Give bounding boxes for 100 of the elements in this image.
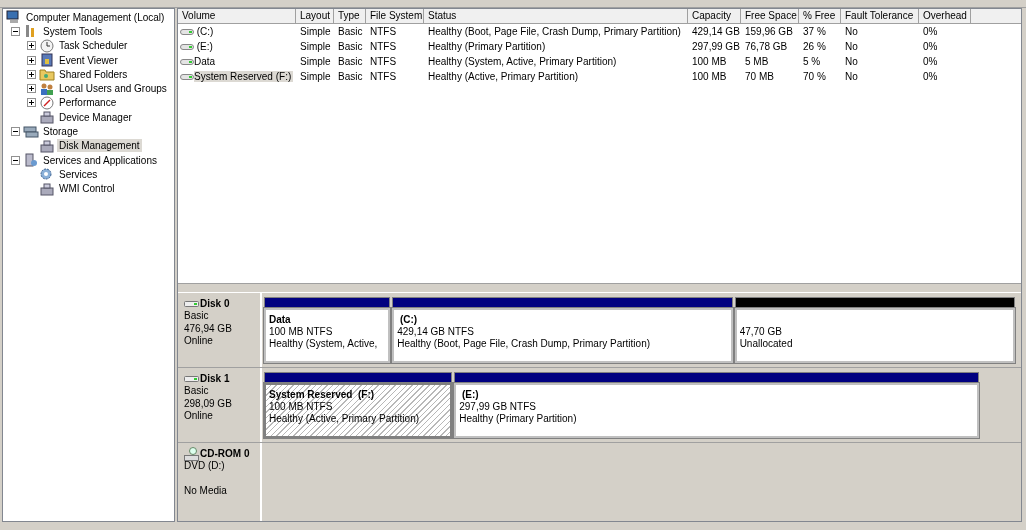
table-cell: 5 MB (745, 56, 769, 67)
partition-name: System Reserved (F:) (269, 388, 376, 401)
table-cell: Healthy (Boot, Page File, Crash Dump, Primary Partition) (428, 26, 681, 37)
column-header[interactable]: % Free (799, 9, 841, 24)
table-cell: 297,99 GB (692, 41, 740, 52)
partition-status: Healthy (Active, Primary Partition) (269, 413, 421, 425)
table-cell: 76,78 GB (745, 41, 788, 52)
cd-drive-icon (184, 446, 199, 461)
computer-icon (6, 10, 22, 25)
storage-icon (23, 124, 39, 139)
table-cell: NTFS (370, 26, 397, 37)
column-header[interactable]: Status (424, 9, 688, 24)
tree-item[interactable]: WMI Control (57, 182, 117, 196)
table-cell: 37 % (803, 26, 826, 37)
table-cell: NTFS (370, 71, 397, 82)
expand-icon[interactable] (27, 55, 36, 65)
gauge-icon (39, 95, 55, 110)
table-cell[interactable]: (C:) (194, 26, 216, 37)
disk-type: Basic (184, 385, 210, 398)
table-cell: No (845, 56, 858, 67)
tree-item[interactable]: Device Manager (57, 110, 134, 124)
table-cell: 100 MB (692, 71, 727, 82)
column-header[interactable]: Volume (178, 9, 296, 24)
table-cell: Basic (338, 56, 363, 67)
column-header[interactable]: Layout (296, 9, 334, 24)
partition-name: (E:) (461, 388, 480, 401)
disk-size: 298,09 GB (184, 397, 233, 410)
clock-icon (39, 38, 55, 53)
table-cell: 70 MB (745, 71, 774, 82)
table-cell: No (845, 26, 858, 37)
table-cell: 5 % (803, 56, 821, 67)
table-cell: 70 % (803, 71, 826, 82)
tree-item[interactable]: Shared Folders (57, 67, 130, 81)
disk-size: 476,94 GB (184, 322, 233, 335)
disk-type: DVD (D:) (184, 460, 226, 473)
table-cell: 429,14 GB (692, 26, 740, 37)
partition-status: Unallocated (739, 338, 794, 350)
header-filler (971, 9, 1021, 24)
table-cell: 0% (923, 56, 938, 67)
column-header[interactable]: Capacity (688, 9, 741, 24)
table-cell: Simple (300, 26, 331, 37)
tree-item[interactable]: Performance (57, 96, 119, 110)
table-cell: No (845, 71, 858, 82)
device-icon (39, 110, 55, 125)
collapse-icon[interactable] (11, 26, 20, 36)
table-cell: No (845, 41, 858, 52)
column-header[interactable]: Free Space (741, 9, 799, 24)
tree-item[interactable]: System Tools (41, 24, 105, 38)
column-header[interactable]: Fault Tolerance (841, 9, 919, 24)
expand-icon[interactable] (27, 69, 36, 79)
device-icon (39, 138, 55, 153)
disk-name: Disk 1 (200, 373, 230, 384)
tree-item[interactable]: Disk Management (57, 139, 142, 153)
table-cell: 0% (923, 71, 938, 82)
table-cell: Simple (300, 71, 331, 82)
disk-status: Online (184, 410, 214, 423)
partition-name: Data (269, 313, 292, 326)
collapse-icon[interactable] (11, 155, 20, 165)
table-cell: 159,96 GB (745, 26, 793, 37)
tree-item[interactable]: Storage (41, 125, 81, 138)
table-cell: NTFS (370, 41, 397, 52)
column-header[interactable]: Overhead (919, 9, 971, 24)
splitter-bar[interactable] (178, 283, 1021, 293)
device-icon (39, 181, 55, 196)
disk-name: CD-ROM 0 (200, 448, 250, 459)
partition-block[interactable]: System Reserved (F:) 100 MB NTFS Healthy (Active, Primary Partition) (264, 383, 453, 438)
table-cell[interactable]: System Reserved (F:) (194, 71, 294, 82)
drive-icon (180, 27, 194, 36)
tree-item[interactable]: Services (57, 167, 100, 181)
drive-icon (180, 57, 194, 66)
column-header[interactable]: Type (334, 9, 366, 24)
table-cell: NTFS (370, 56, 397, 67)
partition-status: Healthy (System, Active, (269, 338, 379, 350)
expand-icon[interactable] (27, 98, 36, 108)
table-cell: Basic (338, 71, 363, 82)
tree-item[interactable]: Computer Management (Local) (24, 10, 167, 24)
expand-icon[interactable] (27, 84, 36, 94)
table-cell[interactable]: (E:) (194, 41, 215, 52)
drive-icon (180, 42, 194, 51)
partition-block[interactable]: (C:) 429,14 GB NTFS Healthy (Boot, Page File, Crash Dump, Primary Partition) (392, 308, 733, 363)
disk-type: Basic (184, 310, 210, 323)
partition-block[interactable]: (E:) 297,99 GB NTFS Healthy (Primary Partition) (454, 383, 980, 438)
disk-status: Online (184, 335, 214, 348)
tree-item[interactable]: Event Viewer (57, 53, 120, 67)
folder-icon (39, 67, 55, 82)
server-icon (23, 153, 39, 168)
tree-item[interactable]: Services and Applications (41, 153, 159, 167)
partition-size: 47,70 GB (739, 326, 783, 338)
table-cell: 26 % (803, 41, 826, 52)
disk-label-panel[interactable]: CD-ROM 0 DVD (D:) No Media (178, 443, 262, 521)
partition-block[interactable]: Data 100 MB NTFS Healthy (System, Active, (264, 308, 391, 363)
collapse-icon[interactable] (11, 127, 20, 136)
tree-item[interactable]: Local Users and Groups (57, 82, 169, 96)
column-header[interactable]: File System (366, 9, 424, 24)
table-cell[interactable]: Data (194, 56, 218, 67)
expand-icon[interactable] (27, 41, 36, 51)
drive-icon (184, 374, 199, 383)
partition-size: 100 MB NTFS (269, 326, 334, 338)
tree-item[interactable]: Task Scheduler (57, 39, 130, 53)
partition-block[interactable]: 47,70 GB Unallocated (734, 308, 1015, 363)
